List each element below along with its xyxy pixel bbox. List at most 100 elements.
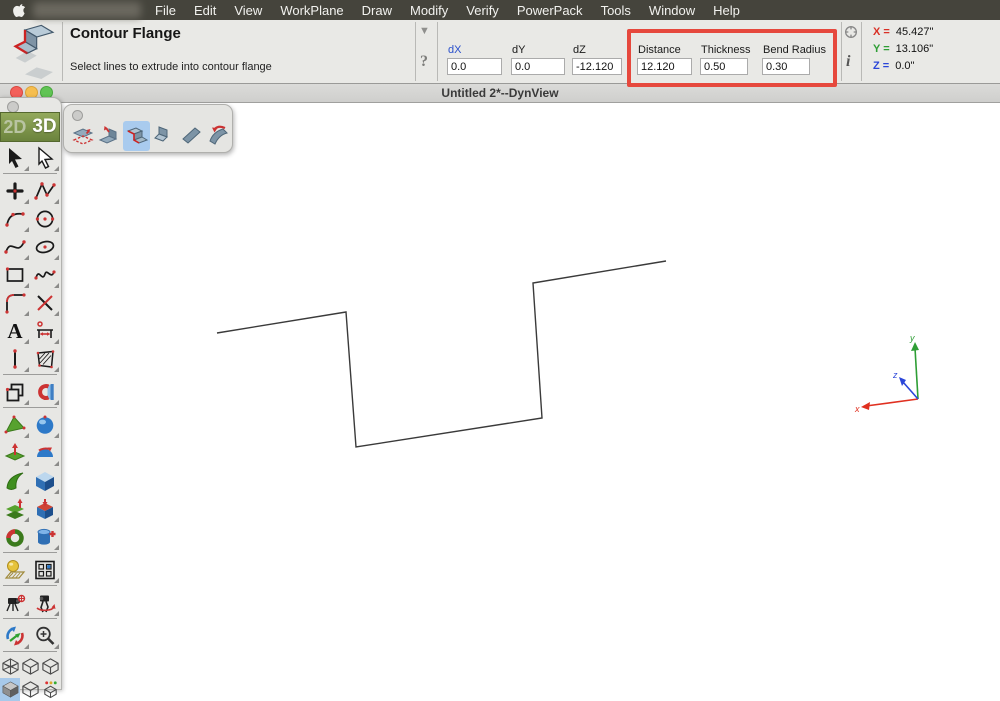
contour-flange-icon [6, 23, 58, 79]
sheet-tool[interactable] [177, 121, 204, 151]
distance-label: Distance [638, 44, 681, 56]
app-screen: File Edit View WorkPlane Draw Modify Ver… [0, 0, 1000, 690]
cylinder-add-tool[interactable] [30, 523, 60, 551]
sweep-tool[interactable] [0, 467, 30, 495]
circle-tool[interactable] [30, 205, 60, 233]
thickness-input[interactable] [700, 58, 748, 75]
offset-tool[interactable] [0, 378, 30, 406]
line-tool[interactable] [0, 345, 30, 373]
flange-tool[interactable] [96, 121, 123, 151]
bend-radius-label: Bend Radius [763, 44, 826, 56]
dimension-tool[interactable] [30, 317, 60, 345]
apple-logo-icon[interactable] [13, 3, 26, 17]
menu-draw[interactable]: Draw [353, 3, 401, 18]
mesh-face-tool[interactable] [0, 411, 30, 439]
panel-subtitle: Select lines to extrude into contour fla… [70, 61, 272, 73]
drawing-canvas[interactable] [0, 103, 1000, 690]
extrude-tool[interactable] [0, 439, 30, 467]
menu-file[interactable]: File [146, 3, 185, 18]
thickness-label: Thickness [701, 44, 751, 56]
dz-input[interactable] [572, 58, 622, 75]
camera-tool[interactable] [0, 589, 30, 617]
orbit-rotate-tool[interactable] [0, 622, 30, 650]
hatch-tool[interactable] [30, 345, 60, 373]
panel-title: Contour Flange [70, 25, 181, 42]
display-mode-hidden-line[interactable] [40, 655, 60, 678]
coordinate-y: Y =13.106" [873, 43, 933, 55]
distance-input[interactable] [637, 58, 692, 75]
menu-tools[interactable]: Tools [592, 3, 640, 18]
wave-curve-tool[interactable] [30, 261, 60, 289]
bend-radius-input[interactable] [762, 58, 810, 75]
rectangle-tool[interactable] [0, 261, 30, 289]
window-layout-tool[interactable] [30, 556, 60, 584]
render-tool[interactable] [0, 556, 30, 584]
z-label: Z = [873, 60, 889, 72]
contour-flange-tool[interactable] [123, 121, 150, 151]
collapse-arrow-icon[interactable]: ▼ [419, 25, 430, 37]
point-tool[interactable] [0, 177, 30, 205]
sphere-tool[interactable] [30, 411, 60, 439]
select-arrow-tool[interactable] [0, 144, 30, 172]
zoom-in-tool[interactable] [30, 622, 60, 650]
magnet-snap-tool[interactable] [30, 378, 60, 406]
arc-tool[interactable] [0, 205, 30, 233]
palette-close-icon[interactable] [72, 110, 83, 121]
2d-3d-toggle[interactable]: 2D 3D [0, 112, 60, 142]
flange-icon [98, 124, 122, 148]
open-arrow-tool[interactable] [30, 144, 60, 172]
walkthrough-tool[interactable] [30, 589, 60, 617]
display-mode-wireframe[interactable] [20, 655, 40, 678]
2d-label[interactable]: 2D [3, 117, 26, 138]
menu-window[interactable]: Window [640, 3, 704, 18]
angle-flange-icon [152, 124, 176, 148]
dy-label: dY [512, 44, 525, 56]
divider [861, 22, 862, 81]
menu-modify[interactable]: Modify [401, 3, 457, 18]
menu-workplane[interactable]: WorkPlane [271, 3, 352, 18]
dx-input[interactable] [447, 58, 502, 75]
main-tool-palette: 2D 3D [0, 97, 62, 690]
cube-tool[interactable] [30, 467, 60, 495]
revolve-tool[interactable] [30, 439, 60, 467]
info-icon[interactable]: i [846, 53, 850, 71]
display-mode-wireframe-full[interactable] [0, 655, 20, 678]
flatten-tool[interactable] [69, 121, 96, 151]
divider [437, 22, 438, 81]
help-icon[interactable]: ? [420, 53, 428, 71]
menu-edit[interactable]: Edit [185, 3, 225, 18]
spline-tool[interactable] [0, 233, 30, 261]
menu-powerpack[interactable]: PowerPack [508, 3, 592, 18]
app-name-blurred[interactable] [33, 2, 141, 18]
roll-bend-icon [206, 124, 230, 148]
menu-help[interactable]: Help [704, 3, 749, 18]
trim-tool[interactable] [30, 289, 60, 317]
ellipse-tool[interactable] [30, 233, 60, 261]
sheet-metal-palette [63, 104, 233, 153]
divider [62, 22, 63, 81]
dx-label: dX [448, 44, 461, 56]
polyline-tool[interactable] [30, 177, 60, 205]
subtract-block-tool[interactable] [30, 495, 60, 523]
document-titlebar[interactable]: Untitled 2*--DynView [0, 84, 1000, 103]
coordinate-x: X =45.427" [873, 26, 933, 38]
3d-label[interactable]: 3D [32, 116, 56, 138]
menu-verify[interactable]: Verify [457, 3, 508, 18]
roll-bend-tool[interactable] [204, 121, 231, 151]
x-value: 45.427" [896, 26, 934, 38]
angle-flange-tool[interactable] [150, 121, 177, 151]
fillet-tool[interactable] [0, 289, 30, 317]
sheet-icon [179, 124, 203, 148]
loft-tool[interactable] [0, 495, 30, 523]
origin-crosshair-icon[interactable] [843, 24, 859, 40]
dy-input[interactable] [511, 58, 565, 75]
divider [415, 22, 416, 81]
text-tool[interactable]: A [0, 317, 30, 345]
wireframe-cube-icon [41, 657, 60, 676]
menu-view[interactable]: View [225, 3, 271, 18]
y-value: 13.106" [896, 43, 934, 55]
menubar: File Edit View WorkPlane Draw Modify Ver… [0, 0, 1000, 20]
tool-grid: A [0, 144, 60, 701]
torus-tool[interactable] [0, 523, 30, 551]
svg-text:A: A [7, 319, 23, 343]
